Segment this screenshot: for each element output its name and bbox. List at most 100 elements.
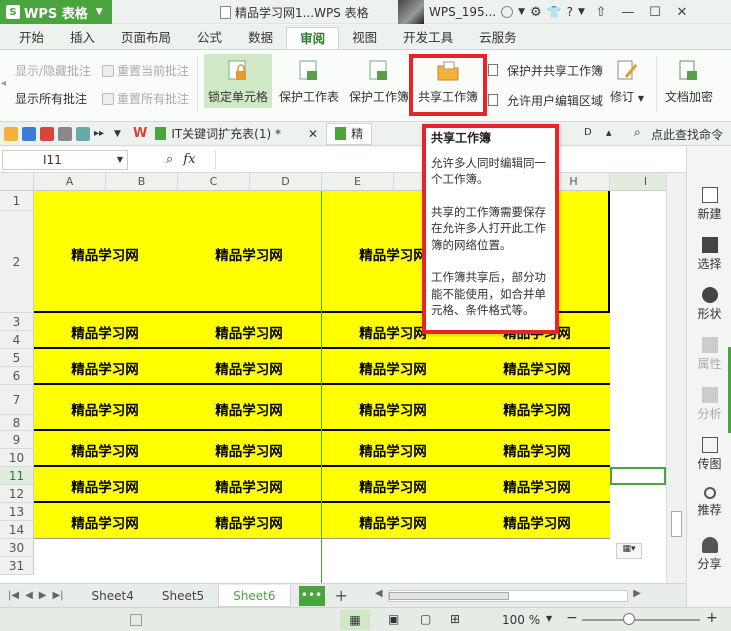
tab-review[interactable]: 审阅 bbox=[286, 27, 340, 49]
print-icon[interactable] bbox=[58, 126, 72, 141]
next-sheet-icon[interactable]: ▶ bbox=[39, 590, 47, 601]
scroll-right-icon[interactable]: ▶ bbox=[633, 588, 641, 599]
scroll-left-icon[interactable]: ◀ bbox=[375, 588, 383, 599]
collapse-icon[interactable]: ▴ bbox=[606, 126, 612, 139]
tab-page-layout[interactable]: 页面布局 bbox=[108, 27, 184, 49]
show-all-comments-button[interactable]: 显示所有批注 bbox=[15, 90, 87, 107]
panel-share-button[interactable]: 分享 bbox=[687, 537, 731, 572]
chevron-down-icon[interactable]: ▼ bbox=[117, 155, 123, 164]
restore-panel-icon[interactable]: ⇧ bbox=[590, 2, 612, 22]
tab-insert[interactable]: 插入 bbox=[57, 27, 108, 49]
zoom-slider[interactable] bbox=[582, 619, 700, 621]
tab-view[interactable]: 视图 bbox=[339, 27, 390, 49]
chevron-down-icon[interactable]: ▼ bbox=[518, 7, 525, 17]
protect-workbook-button[interactable]: 保护工作簿 bbox=[349, 58, 409, 105]
minimize-button[interactable]: — bbox=[617, 2, 639, 22]
horizontal-scrollbar[interactable]: ◀ ▶ bbox=[375, 588, 641, 602]
reset-all-comments-button[interactable]: 重置所有批注 bbox=[102, 90, 189, 107]
panel-properties-button[interactable]: 属性 bbox=[687, 337, 731, 372]
prev-sheet-icon[interactable]: ◀ bbox=[25, 590, 33, 601]
zoom-in-icon[interactable]: + bbox=[706, 610, 718, 626]
page-break-view-icon[interactable]: ▢ bbox=[420, 612, 431, 626]
allow-edit-ranges-button[interactable]: 允许用户编辑区域 bbox=[507, 92, 603, 109]
tab-home[interactable]: 开始 bbox=[6, 27, 57, 49]
zoom-slider-handle[interactable] bbox=[623, 613, 635, 625]
tab-list-icon[interactable]: D bbox=[584, 127, 592, 138]
page-layout-view-icon[interactable]: ▣ bbox=[388, 612, 399, 626]
row-header[interactable]: 3 bbox=[0, 313, 34, 331]
first-sheet-icon[interactable]: |◀ bbox=[8, 590, 19, 601]
avatar[interactable] bbox=[398, 0, 424, 24]
name-box[interactable]: I11 ▼ bbox=[2, 149, 128, 170]
more-icon[interactable]: ▸▸ bbox=[94, 128, 104, 139]
panel-new-button[interactable]: 新建 bbox=[687, 187, 731, 222]
close-button[interactable]: ✕ bbox=[671, 2, 693, 22]
vertical-scrollbar[interactable] bbox=[666, 173, 686, 583]
protect-share-workbook-button[interactable]: 保护并共享工作簿 bbox=[507, 62, 603, 79]
sheet-tab[interactable]: Sheet5 bbox=[148, 585, 218, 607]
last-sheet-icon[interactable]: ▶| bbox=[52, 590, 63, 601]
panel-upload-image-button[interactable]: 传图 bbox=[687, 437, 731, 472]
tab-cloud[interactable]: 云服务 bbox=[466, 27, 530, 49]
column-header[interactable]: A bbox=[34, 173, 106, 191]
row-header[interactable]: 4 bbox=[0, 331, 34, 349]
row-header[interactable]: 30 bbox=[0, 539, 34, 557]
selected-cell[interactable] bbox=[610, 467, 666, 485]
chevron-down-icon[interactable]: ▼ bbox=[114, 129, 121, 139]
sheet-tab-active[interactable]: Sheet6 bbox=[218, 584, 291, 607]
row-header[interactable]: 2 bbox=[0, 211, 34, 313]
row-header[interactable]: 13 bbox=[0, 503, 34, 521]
preview-icon[interactable] bbox=[76, 126, 90, 141]
panel-shape-button[interactable]: 形状 bbox=[687, 287, 731, 322]
column-header[interactable]: D bbox=[250, 173, 322, 191]
sheet-tab[interactable]: Sheet4 bbox=[78, 585, 148, 607]
row-header[interactable]: 5 bbox=[0, 349, 34, 367]
protect-sheet-button[interactable]: 保护工作表 bbox=[279, 58, 339, 105]
show-hide-comment-button[interactable]: 显示/隐藏批注 bbox=[15, 62, 91, 79]
wps-w-icon[interactable]: W bbox=[133, 126, 147, 141]
spreadsheet-grid[interactable]: A B C D E F G H I 1 2 3 4 5 6 7 8 9 10 1… bbox=[0, 173, 666, 583]
panel-recommend-button[interactable]: 推荐 bbox=[687, 487, 731, 518]
column-header[interactable]: I bbox=[610, 173, 666, 191]
app-menu-button[interactable]: S WPS 表格 ▼ bbox=[0, 0, 112, 24]
row-header[interactable]: 9 bbox=[0, 431, 34, 449]
column-header[interactable]: B bbox=[106, 173, 178, 191]
h-scroll-thumb[interactable] bbox=[388, 591, 509, 600]
zoom-search-icon[interactable]: ⌕ bbox=[166, 152, 173, 167]
tab-data[interactable]: 数据 bbox=[235, 27, 286, 49]
row-header[interactable]: 10 bbox=[0, 449, 34, 467]
doc-tab-2[interactable]: 精 bbox=[326, 122, 373, 145]
doc-tab-1[interactable]: IT关键词扩充表(1) * ✕ bbox=[147, 123, 326, 145]
tab-formulas[interactable]: 公式 bbox=[184, 27, 235, 49]
settings-icon[interactable]: ⚙ bbox=[530, 5, 542, 20]
save-icon[interactable] bbox=[22, 126, 36, 141]
reset-current-comment-button[interactable]: 重置当前批注 bbox=[102, 62, 189, 79]
column-header[interactable]: C bbox=[178, 173, 250, 191]
row-header[interactable]: 14 bbox=[0, 521, 34, 539]
user-badge-icon[interactable] bbox=[501, 6, 514, 18]
scroll-thumb[interactable] bbox=[671, 511, 682, 537]
zoom-dropdown-icon[interactable]: ▼ bbox=[546, 614, 552, 623]
shirt-icon[interactable]: 👕 bbox=[547, 5, 562, 19]
open-folder-icon[interactable] bbox=[4, 126, 18, 141]
normal-view-icon[interactable]: ▦ bbox=[340, 610, 370, 630]
tab-developer[interactable]: 开发工具 bbox=[390, 27, 466, 49]
panel-analysis-button[interactable]: 分析 bbox=[687, 387, 731, 422]
row-header[interactable]: 31 bbox=[0, 557, 34, 575]
more-sheets-button[interactable]: ••• bbox=[298, 585, 325, 606]
row-header[interactable]: 7 bbox=[0, 385, 34, 415]
paste-options-icon[interactable]: ▦▾ bbox=[616, 543, 642, 559]
row-header[interactable]: 1 bbox=[0, 191, 34, 211]
user-name[interactable]: WPS_195... bbox=[429, 5, 496, 19]
close-icon[interactable]: ✕ bbox=[308, 127, 318, 141]
chevron-down-icon[interactable]: ▼ bbox=[578, 7, 585, 17]
reading-mode-icon[interactable]: ⊞ bbox=[450, 612, 460, 626]
corner-select-all[interactable] bbox=[0, 173, 34, 191]
ribbon-scroll-left-icon[interactable]: ◂ bbox=[1, 78, 6, 89]
help-icon[interactable]: ? bbox=[567, 5, 573, 19]
search-icon[interactable]: ⌕ bbox=[634, 125, 641, 140]
lock-cells-button[interactable]: 锁定单元格 bbox=[204, 54, 273, 108]
column-header[interactable]: E bbox=[322, 173, 394, 191]
pdf-icon[interactable] bbox=[40, 126, 54, 141]
row-header[interactable]: 11 bbox=[0, 467, 34, 485]
